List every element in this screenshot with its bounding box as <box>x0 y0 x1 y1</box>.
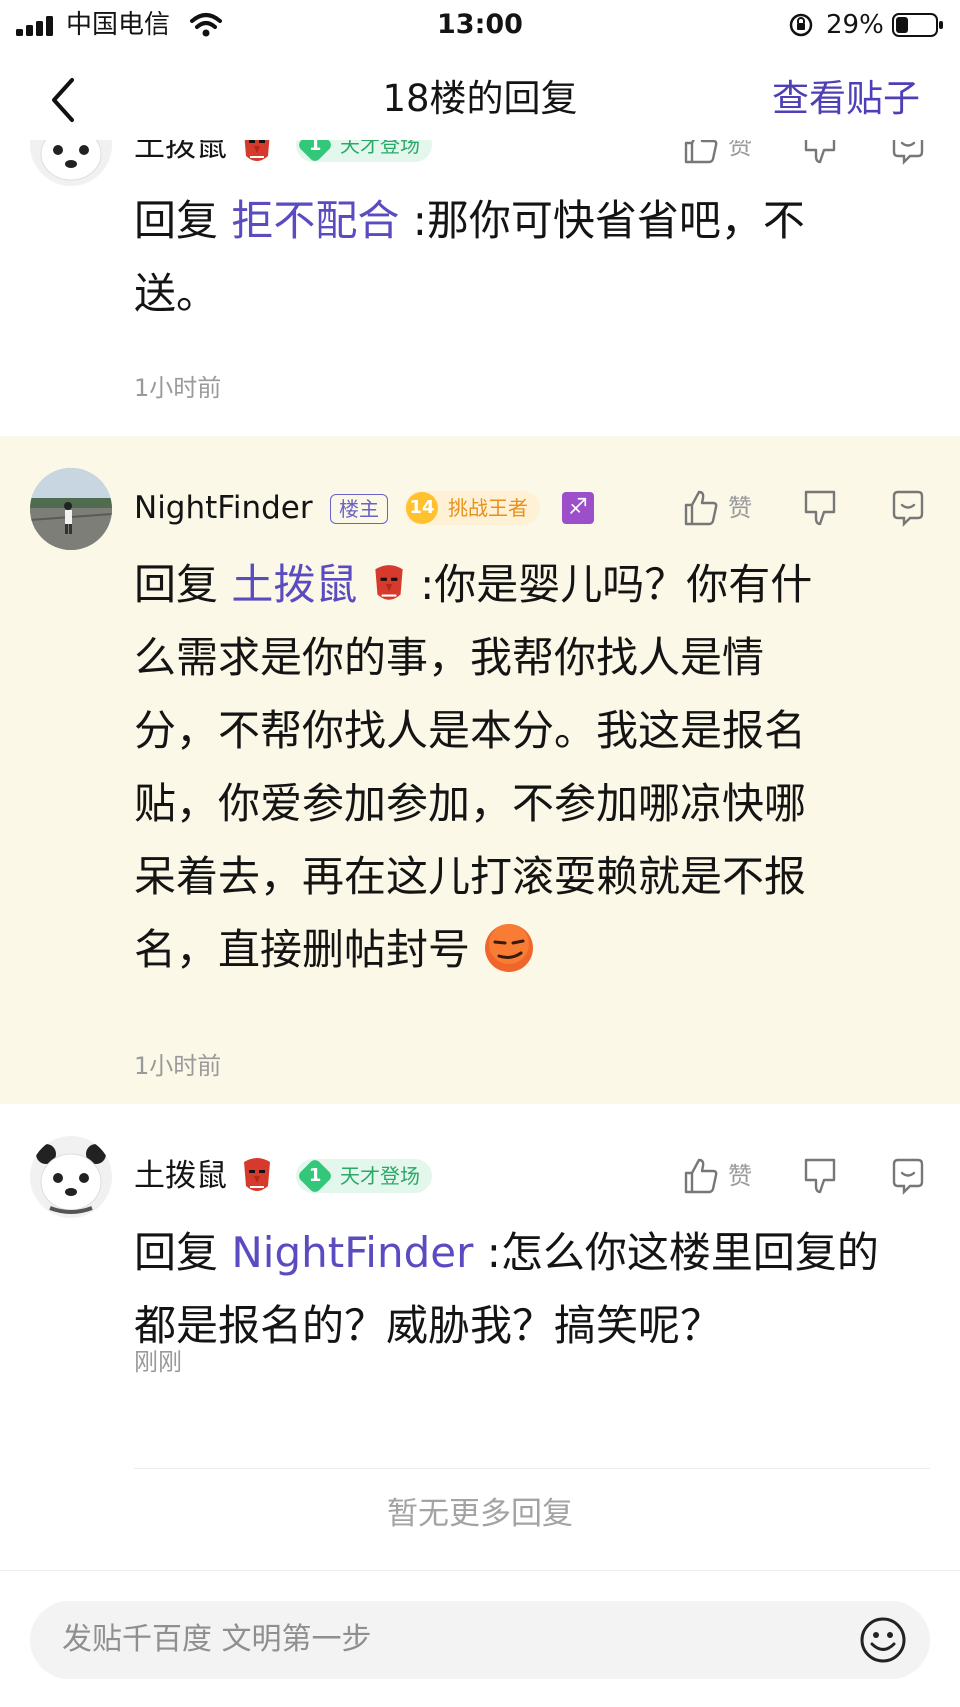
emoji-icon[interactable] <box>858 1615 908 1665</box>
like-label[interactable]: 赞 <box>728 492 752 524</box>
red-mask-emoji-icon <box>244 140 270 161</box>
orientation-lock-icon <box>789 13 813 37</box>
nav-bar: 18楼的回复 查看贴子 <box>0 60 960 140</box>
avatar[interactable] <box>30 468 112 550</box>
dislike-icon[interactable] <box>800 1156 840 1196</box>
more-options-icon[interactable] <box>888 140 928 166</box>
level-badge: 14 挑战王者 <box>404 491 540 525</box>
username[interactable]: 土拨鼠 <box>134 140 227 166</box>
sagittarius-icon: ♐ <box>562 492 594 524</box>
reply-item: 土拨鼠 1 天才登场 赞 回复 拒不配合 :那你可快省省吧，不 送。 1小时前 <box>0 140 960 436</box>
level-badge: 1 天才登场 <box>296 1157 432 1195</box>
red-mask-emoji-icon <box>375 565 403 600</box>
reply-time: 刚刚 <box>134 1348 182 1376</box>
reply-time: 1小时前 <box>134 374 222 402</box>
level-badge: 1 天才登场 <box>296 140 432 164</box>
username[interactable]: 土拨鼠 <box>134 1156 227 1196</box>
battery-percent: 29% <box>826 10 884 40</box>
view-post-button[interactable]: 查看贴子 <box>772 74 920 124</box>
like-label[interactable]: 赞 <box>728 140 752 162</box>
smirk-emoji-icon <box>485 924 534 972</box>
avatar[interactable] <box>30 140 112 186</box>
reply-input-placeholder: 发贴千百度 文明第一步 <box>62 1622 372 1657</box>
username[interactable]: NightFinder <box>134 488 313 528</box>
avatar[interactable] <box>30 1136 112 1218</box>
like-icon[interactable] <box>680 1156 720 1196</box>
reply-input[interactable]: 发贴千百度 文明第一步 <box>30 1601 930 1679</box>
mention-link[interactable]: NightFinder <box>231 1228 473 1277</box>
reply-item: 土拨鼠 1 天才登场 赞 回复 NightFinder :怎么你这楼里回复的 都… <box>0 1104 960 1404</box>
reply-time: 1小时前 <box>134 1052 222 1080</box>
more-options-icon[interactable] <box>888 1156 928 1196</box>
like-icon[interactable] <box>680 488 720 528</box>
dislike-icon[interactable] <box>800 140 840 166</box>
composer-bar: 发贴千百度 文明第一步 <box>0 1570 960 1707</box>
red-mask-emoji-icon <box>244 1158 270 1191</box>
mention-link[interactable]: 拒不配合 <box>231 196 399 245</box>
like-icon[interactable] <box>680 140 720 166</box>
like-label[interactable]: 赞 <box>728 1160 752 1192</box>
reply-item: NightFinder 楼主 14 挑战王者 ♐ 赞 回复 土拨鼠:你是婴儿吗… <box>0 436 960 1104</box>
status-bar: 中国电信 13:00 29% <box>0 0 960 50</box>
battery-icon <box>892 13 943 37</box>
clock: 13:00 <box>437 9 523 40</box>
mention-link[interactable]: 土拨鼠 <box>231 560 357 609</box>
divider <box>134 1468 930 1469</box>
more-options-icon[interactable] <box>888 488 928 528</box>
owner-badge: 楼主 <box>330 494 388 524</box>
dislike-icon[interactable] <box>800 488 840 528</box>
reply-content: 回复 拒不配合 :那你可快省省吧，不 送。 <box>134 196 805 318</box>
reply-content: 回复 土拨鼠 :你是婴儿吗？你有什 么需求是你的事，我帮你找人是情 分，不帮你找… <box>134 560 813 974</box>
reply-list: 土拨鼠 1 天才登场 赞 回复 拒不配合 :那你可快省省吧，不 送。 1小时前 <box>0 140 960 1560</box>
no-more-replies: 暂无更多回复 <box>387 1496 573 1532</box>
reply-content: 回复 NightFinder :怎么你这楼里回复的 都是报名的？威胁我？搞笑呢？ <box>134 1228 879 1350</box>
